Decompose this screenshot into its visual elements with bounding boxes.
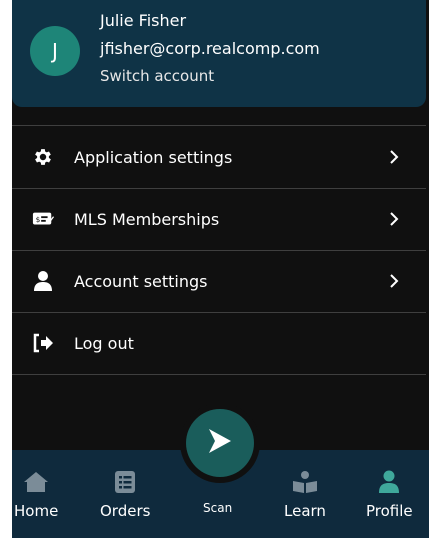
avatar-initial: J: [52, 39, 58, 63]
nav-label: Learn: [284, 502, 326, 520]
scan-label: Scan: [203, 501, 233, 515]
account-card: J Julie Fisher jfisher@corp.realcomp.com…: [12, 0, 426, 107]
logout-icon: [32, 332, 54, 354]
nav-learn[interactable]: Learn: [284, 468, 326, 520]
app-view: J Julie Fisher jfisher@corp.realcomp.com…: [12, 0, 429, 538]
book-reader-icon: [291, 468, 319, 496]
money-check-icon: $: [32, 208, 54, 230]
screen: J Julie Fisher jfisher@corp.realcomp.com…: [0, 0, 429, 538]
menu-item-application-settings[interactable]: Application settings: [12, 127, 426, 187]
switch-account-link[interactable]: Switch account: [100, 67, 214, 85]
avatar: J: [30, 26, 80, 76]
svg-text:$: $: [36, 215, 41, 224]
menu-label: Account settings: [74, 271, 208, 291]
menu-item-account-settings[interactable]: Account settings: [12, 251, 426, 311]
list-icon: [111, 468, 139, 496]
scan-arrow-icon: [207, 427, 233, 459]
menu-item-mls-memberships[interactable]: $ MLS Memberships: [12, 189, 426, 249]
scan-button[interactable]: [186, 409, 254, 477]
menu-label: Log out: [74, 333, 134, 353]
menu-label: Application settings: [74, 147, 233, 167]
home-icon: [22, 468, 50, 496]
menu-item-log-out[interactable]: Log out: [12, 313, 426, 373]
divider: [12, 125, 426, 126]
user-icon: [375, 468, 403, 496]
nav-label: Profile: [366, 502, 413, 520]
nav-orders[interactable]: Orders: [100, 468, 150, 520]
user-icon: [32, 270, 54, 292]
nav-label: Orders: [100, 502, 151, 520]
nav-label: Home: [14, 502, 59, 520]
chevron-right-icon: [390, 150, 399, 164]
divider: [12, 374, 426, 375]
nav-profile[interactable]: Profile: [366, 468, 413, 520]
chevron-right-icon: [390, 212, 399, 226]
gear-icon: [32, 146, 54, 168]
account-name: Julie Fisher: [100, 11, 187, 30]
chevron-right-icon: [390, 274, 399, 288]
nav-home[interactable]: Home: [14, 468, 58, 520]
menu-label: MLS Memberships: [74, 209, 220, 229]
account-email: jfisher@corp.realcomp.com: [100, 39, 320, 58]
